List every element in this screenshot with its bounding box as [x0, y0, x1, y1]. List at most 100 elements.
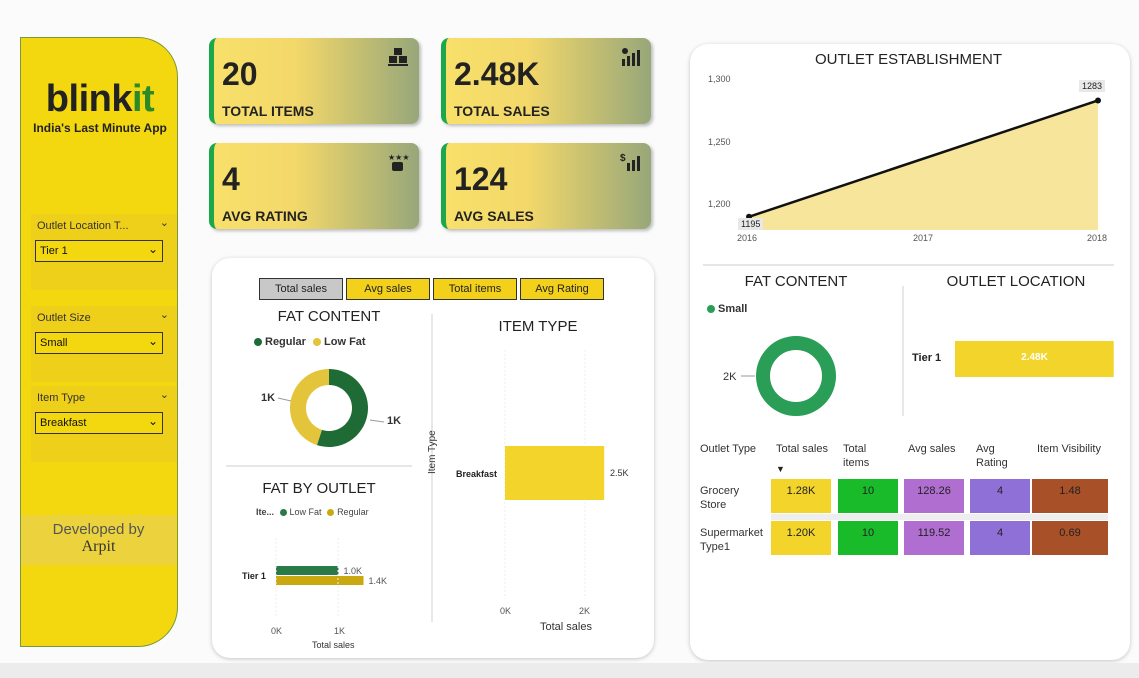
kpi-label: TOTAL ITEMS — [222, 103, 314, 119]
matrix-cell-total-items: 10 — [838, 521, 898, 555]
blinkit-logo: blinkit — [45, 78, 155, 120]
matrix-row-label: Supermarket Type1 — [700, 527, 763, 553]
x-tick: 2017 — [913, 233, 934, 243]
data-label: 1.0K — [344, 566, 363, 576]
x-tick: 2016 — [737, 233, 758, 243]
kpi-value: 2.48K — [454, 56, 540, 92]
matrix-header-avg-sales[interactable]: Avg sales — [908, 442, 956, 456]
item-type-chart: ITEM TYPE Item Type Breakfast 2.5K 0K 2K… — [427, 314, 645, 638]
matrix-cell-total-sales: 1.20K — [771, 521, 831, 555]
chevron-down-icon: ⌄ — [147, 334, 158, 348]
matrix-row-divider — [771, 514, 1108, 520]
data-point — [1095, 97, 1101, 104]
matrix-header-total-items[interactable]: Total items — [843, 442, 869, 470]
establishment-area — [746, 97, 1101, 230]
kpi-label: AVG SALES — [454, 208, 534, 224]
tagline: India's Last Minute App — [33, 121, 167, 135]
fat-by-outlet-bars: 1.0K 1.4K — [275, 538, 388, 618]
matrix-header-avg-rating[interactable]: Avg Rating — [976, 442, 1008, 470]
developer-name: Arpit — [81, 538, 116, 555]
slice-label-low-fat: 1K — [261, 392, 275, 404]
boxes-icon — [388, 48, 408, 66]
slice-label-small: 2K — [723, 371, 737, 383]
kpi-value: 124 — [454, 161, 508, 197]
bar-regular — [276, 576, 364, 585]
data-label-end: 1283 — [1079, 80, 1106, 92]
tab-total-items[interactable]: Total items — [433, 278, 517, 300]
tab-avg-sales[interactable]: Avg sales — [346, 278, 430, 300]
slice-label-regular: 1K — [387, 415, 401, 427]
tab-total-sales[interactable]: Total sales — [259, 278, 343, 300]
kpi-avg-rating: 4 AVG RATING ★★★ — [209, 143, 419, 229]
matrix-header-total-sales[interactable]: Total sales — [776, 442, 828, 456]
matrix-cell-total-items: 10 — [838, 479, 898, 513]
x-axis-label: Total sales — [312, 640, 355, 650]
slicer-item-type: Item Type ⌄ Breakfast ⌄ — [31, 386, 177, 462]
sidebar: blinkit India's Last Minute App Outlet L… — [20, 37, 178, 647]
svg-text:$: $ — [620, 153, 626, 164]
sales-chart-icon — [622, 48, 640, 66]
matrix-cell-avg-sales: 119.52 — [904, 521, 964, 555]
data-label: 2.5K — [610, 468, 629, 478]
chevron-down-icon[interactable]: ⌄ — [160, 216, 169, 229]
outlet-establishment-chart: OUTLET ESTABLISHMENT 1,300 1,250 1,200 1… — [703, 48, 1114, 256]
matrix-cell-total-sales: 1.28K — [771, 479, 831, 513]
kpi-label: TOTAL SALES — [454, 103, 550, 119]
outlet-size-dropdown[interactable]: Small ⌄ — [35, 332, 163, 354]
sort-desc-icon[interactable]: ▼ — [776, 464, 785, 474]
x-tick: 1K — [334, 626, 346, 636]
rating-stars-icon: ★★★ — [388, 153, 409, 171]
fat-content-small-donut: 2K — [723, 336, 836, 416]
matrix-cell-visibility: 1.48 — [1032, 479, 1108, 513]
fat-content-donut: 1K 1K — [261, 369, 401, 447]
x-tick: 0K — [271, 626, 283, 636]
dollar-chart-icon: $ — [620, 153, 640, 171]
slicer-label: Item Type — [37, 392, 86, 404]
kpi-value: 4 — [222, 161, 240, 197]
slicer-label: Outlet Location T... — [37, 220, 129, 232]
x-tick: 0K — [500, 606, 512, 616]
matrix-cell-avg-rating: 4 — [970, 521, 1030, 555]
slicer-outlet-location: Outlet Location T... ⌄ Tier 1 ⌄ — [31, 214, 177, 290]
legend-swatch — [313, 338, 322, 347]
developer-credit: Developed by Arpit — [21, 515, 176, 565]
measure-tabs: Total sales Avg sales Total items Avg Ra… — [237, 272, 625, 304]
legend-item-low-fat: Low Fat — [324, 336, 366, 348]
matrix-cell-avg-sales: 128.26 — [904, 479, 964, 513]
data-label-start: 1195 — [738, 218, 764, 230]
legend-swatch — [254, 338, 262, 347]
donut-slice-small — [756, 336, 836, 416]
x-tick: 2018 — [1087, 233, 1108, 243]
matrix-header-item-visibility[interactable]: Item Visibility — [1037, 442, 1101, 456]
data-label: 2.48K — [1021, 352, 1048, 363]
kpi-value: 20 — [222, 56, 258, 92]
kpi-total-items: 20 TOTAL ITEMS — [209, 38, 419, 124]
matrix-header-outlet-type[interactable]: Outlet Type — [700, 442, 756, 456]
chevron-down-icon: ⌄ — [147, 242, 158, 256]
x-tick: 2K — [579, 606, 591, 616]
bottom-bar — [0, 663, 1139, 678]
fat-by-outlet-chart: FAT BY OUTLET Ite... Low Fat Regular Tie… — [236, 478, 402, 654]
tab-avg-rating[interactable]: Avg Rating — [520, 278, 604, 300]
outlet-location-chart: OUTLET LOCATION Tier 1 2.48K — [902, 270, 1126, 420]
fat-content-chart: FAT CONTENT Regular Low Fat 1K 1K — [248, 306, 410, 464]
dashboard-root: blinkit India's Last Minute App Outlet L… — [0, 0, 1139, 678]
divider — [902, 286, 904, 416]
chevron-down-icon[interactable]: ⌄ — [160, 388, 169, 401]
chevron-down-icon[interactable]: ⌄ — [160, 308, 169, 321]
kpi-label: AVG RATING — [222, 208, 308, 224]
legend-item-regular: Regular — [265, 336, 306, 348]
slicer-outlet-size: Outlet Size ⌄ Small ⌄ — [31, 306, 177, 382]
kpi-total-sales: 2.48K TOTAL SALES — [441, 38, 651, 124]
divider — [703, 264, 1114, 266]
bar-low-fat — [276, 566, 339, 575]
matrix-cell-visibility: 0.69 — [1032, 521, 1108, 555]
fat-content-small-chart: FAT CONTENT Small 2K — [703, 270, 889, 430]
outlet-location-dropdown[interactable]: Tier 1 ⌄ — [35, 240, 163, 262]
area-fill — [749, 100, 1098, 230]
x-axis-label: Total sales — [540, 621, 592, 633]
divider — [226, 465, 412, 467]
chart-title: FAT CONTENT — [277, 308, 381, 325]
item-type-dropdown[interactable]: Breakfast ⌄ — [35, 412, 163, 434]
data-label: 1.4K — [369, 576, 388, 586]
